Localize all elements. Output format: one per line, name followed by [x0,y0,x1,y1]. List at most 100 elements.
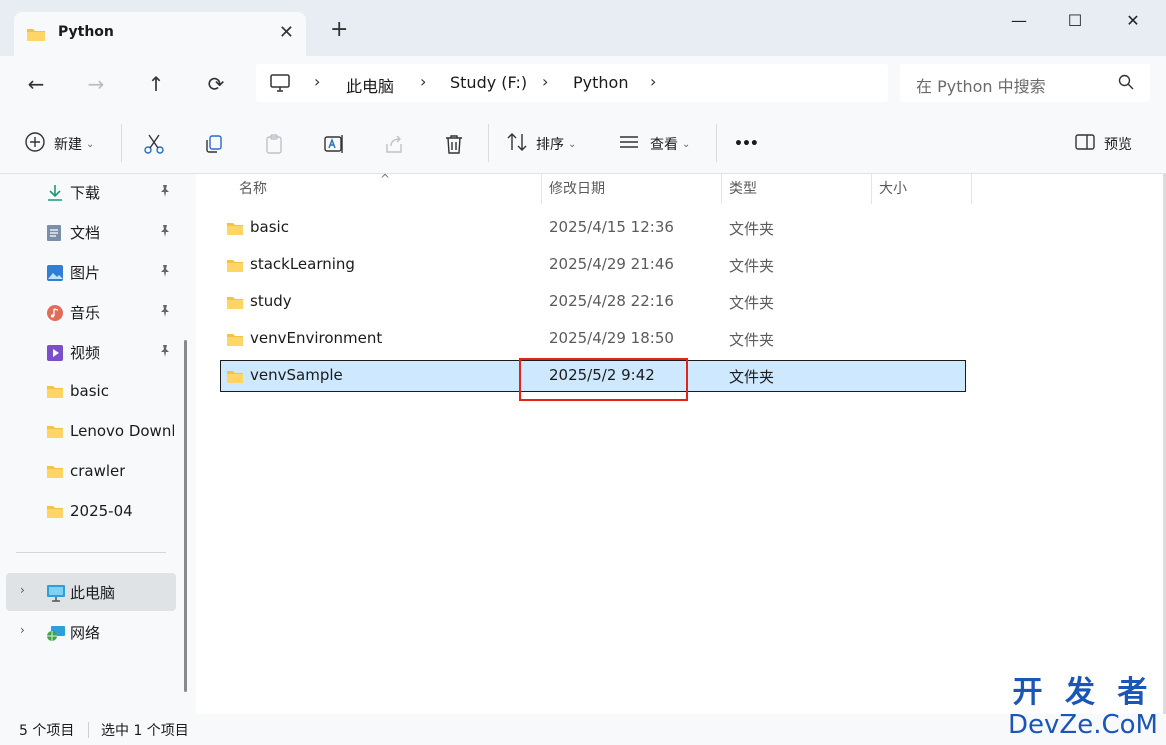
folder-icon [46,424,64,443]
forward-button[interactable]: → [82,72,110,96]
table-row[interactable]: study 2025/4/28 22:16 文件夹 [220,286,966,318]
item-count: 5 个项目 [19,723,75,739]
file-name: study [250,292,292,310]
up-button[interactable]: ↑ [142,72,170,96]
cut-icon[interactable] [142,132,166,156]
sidebar-item-network[interactable]: › 网络 [6,613,176,651]
folder-icon [46,504,64,523]
preview-button[interactable]: 预览 [1074,132,1132,156]
view-button[interactable]: 查看 ⌄ [618,132,690,156]
document-icon [46,224,62,246]
sidebar-item-lenovo-downloads[interactable]: Lenovo Downloads [6,413,176,451]
column-header-size[interactable]: 大小 [879,178,907,198]
divider [88,722,89,738]
view-icon [618,131,640,157]
sidebar-item-videos[interactable]: 视频 [6,333,176,371]
breadcrumb-separator: › [650,72,657,91]
table-row[interactable]: basic 2025/4/15 12:36 文件夹 [220,212,966,244]
file-type: 文件夹 [729,368,775,386]
highlight-annotation-box [519,358,688,401]
sidebar-item-crawler[interactable]: crawler [6,453,176,491]
folder-icon [226,332,244,351]
computer-icon [270,74,290,96]
column-divider[interactable] [541,174,542,204]
sidebar-item-label: 音乐 [70,304,101,322]
sidebar-item-this-pc[interactable]: › 此电脑 [6,573,176,611]
share-icon[interactable] [382,132,406,156]
tab-python[interactable]: Python ✕ [14,12,306,56]
breadcrumb-drive[interactable]: Study (F:) [450,73,527,92]
file-type: 文件夹 [729,331,775,349]
sidebar-item-label: crawler [70,462,126,480]
pin-icon [158,224,172,242]
sidebar-item-music[interactable]: 音乐 [6,293,176,331]
search-icon[interactable] [1118,74,1134,94]
folder-icon [46,464,64,483]
video-icon [46,344,64,366]
sort-button[interactable]: 排序 ⌄ [506,132,576,156]
search-placeholder: 在 Python 中搜索 [916,77,1046,96]
sidebar-item-downloads[interactable]: 下载 [6,173,176,211]
breadcrumb-this-pc[interactable]: 此电脑 [346,73,394,97]
sidebar-item-basic[interactable]: basic [6,373,176,411]
sidebar-item-label: 此电脑 [70,584,116,602]
sidebar-item-label: 文档 [70,224,101,242]
column-divider[interactable] [721,174,722,204]
sort-icon [506,131,528,157]
file-name: venvEnvironment [250,329,383,347]
pin-icon [158,184,172,202]
file-name: stackLearning [250,255,355,273]
table-row[interactable]: stackLearning 2025/4/29 21:46 文件夹 [220,249,966,281]
file-date: 2025/4/29 18:50 [549,329,674,347]
sidebar-item-label: 网络 [70,624,101,642]
table-row[interactable]: venvEnvironment 2025/4/29 18:50 文件夹 [220,323,966,355]
column-divider[interactable] [971,174,972,204]
close-tab-icon[interactable]: ✕ [279,22,294,43]
divider [716,124,717,162]
title-bar: Python ✕ + — ☐ ✕ [0,0,1166,56]
chevron-right-icon[interactable]: › [20,583,25,597]
sidebar-item-documents[interactable]: 文档 [6,213,176,251]
new-button[interactable]: 新建 ⌄ [24,132,94,156]
column-header-type[interactable]: 类型 [729,178,757,198]
sidebar-item-label: Lenovo Downloads [70,422,174,440]
divider [121,124,122,162]
folder-icon [226,369,244,388]
sort-ascending-icon: ^ [380,172,391,186]
sidebar-item-label: 2025-04 [70,502,133,520]
column-divider[interactable] [871,174,872,204]
column-header-name[interactable]: 名称 [239,178,267,198]
new-tab-button[interactable]: + [330,19,348,41]
breadcrumb-python[interactable]: Python [573,73,628,92]
file-date: 2025/4/29 21:46 [549,255,674,273]
address-bar[interactable]: › 此电脑 › Study (F:) › Python › [256,64,888,102]
copy-icon[interactable] [202,132,226,156]
folder-icon [46,384,64,403]
file-name: venvSample [250,366,343,384]
file-date: 2025/4/28 22:16 [549,292,674,310]
column-header-date[interactable]: 修改日期 [549,178,605,198]
sidebar-scrollbar[interactable] [184,340,187,692]
divider [488,124,489,162]
rename-icon[interactable] [322,132,346,156]
sidebar-item-pictures[interactable]: 图片 [6,253,176,291]
back-button[interactable]: ← [22,72,50,96]
minimize-button[interactable]: — [996,6,1042,38]
network-icon [46,624,66,646]
more-options-button[interactable]: ••• [734,132,759,156]
maximize-button[interactable]: ☐ [1052,6,1098,38]
plus-circle-icon [24,131,46,157]
refresh-button[interactable]: ⟳ [202,72,230,96]
chevron-right-icon[interactable]: › [20,623,25,637]
delete-icon[interactable] [442,132,466,156]
sidebar-item-label: basic [70,382,109,400]
command-bar: 新建 ⌄ 排序 ⌄ 查看 ⌄ ••• 预览 [0,112,1166,174]
search-input[interactable]: 在 Python 中搜索 [900,64,1150,102]
paste-icon[interactable] [262,132,286,156]
watermark-logo: 开 发 者 DevZe.CoM [1008,676,1158,741]
chevron-down-icon: ⌄ [682,138,691,150]
sidebar-item-2025-04[interactable]: 2025-04 [6,493,176,531]
close-window-button[interactable]: ✕ [1110,6,1156,38]
breadcrumb-separator: › [542,72,549,91]
navigation-bar: ← → ↑ ⟳ › 此电脑 › Study (F:) › Python › 在 … [0,56,1166,112]
